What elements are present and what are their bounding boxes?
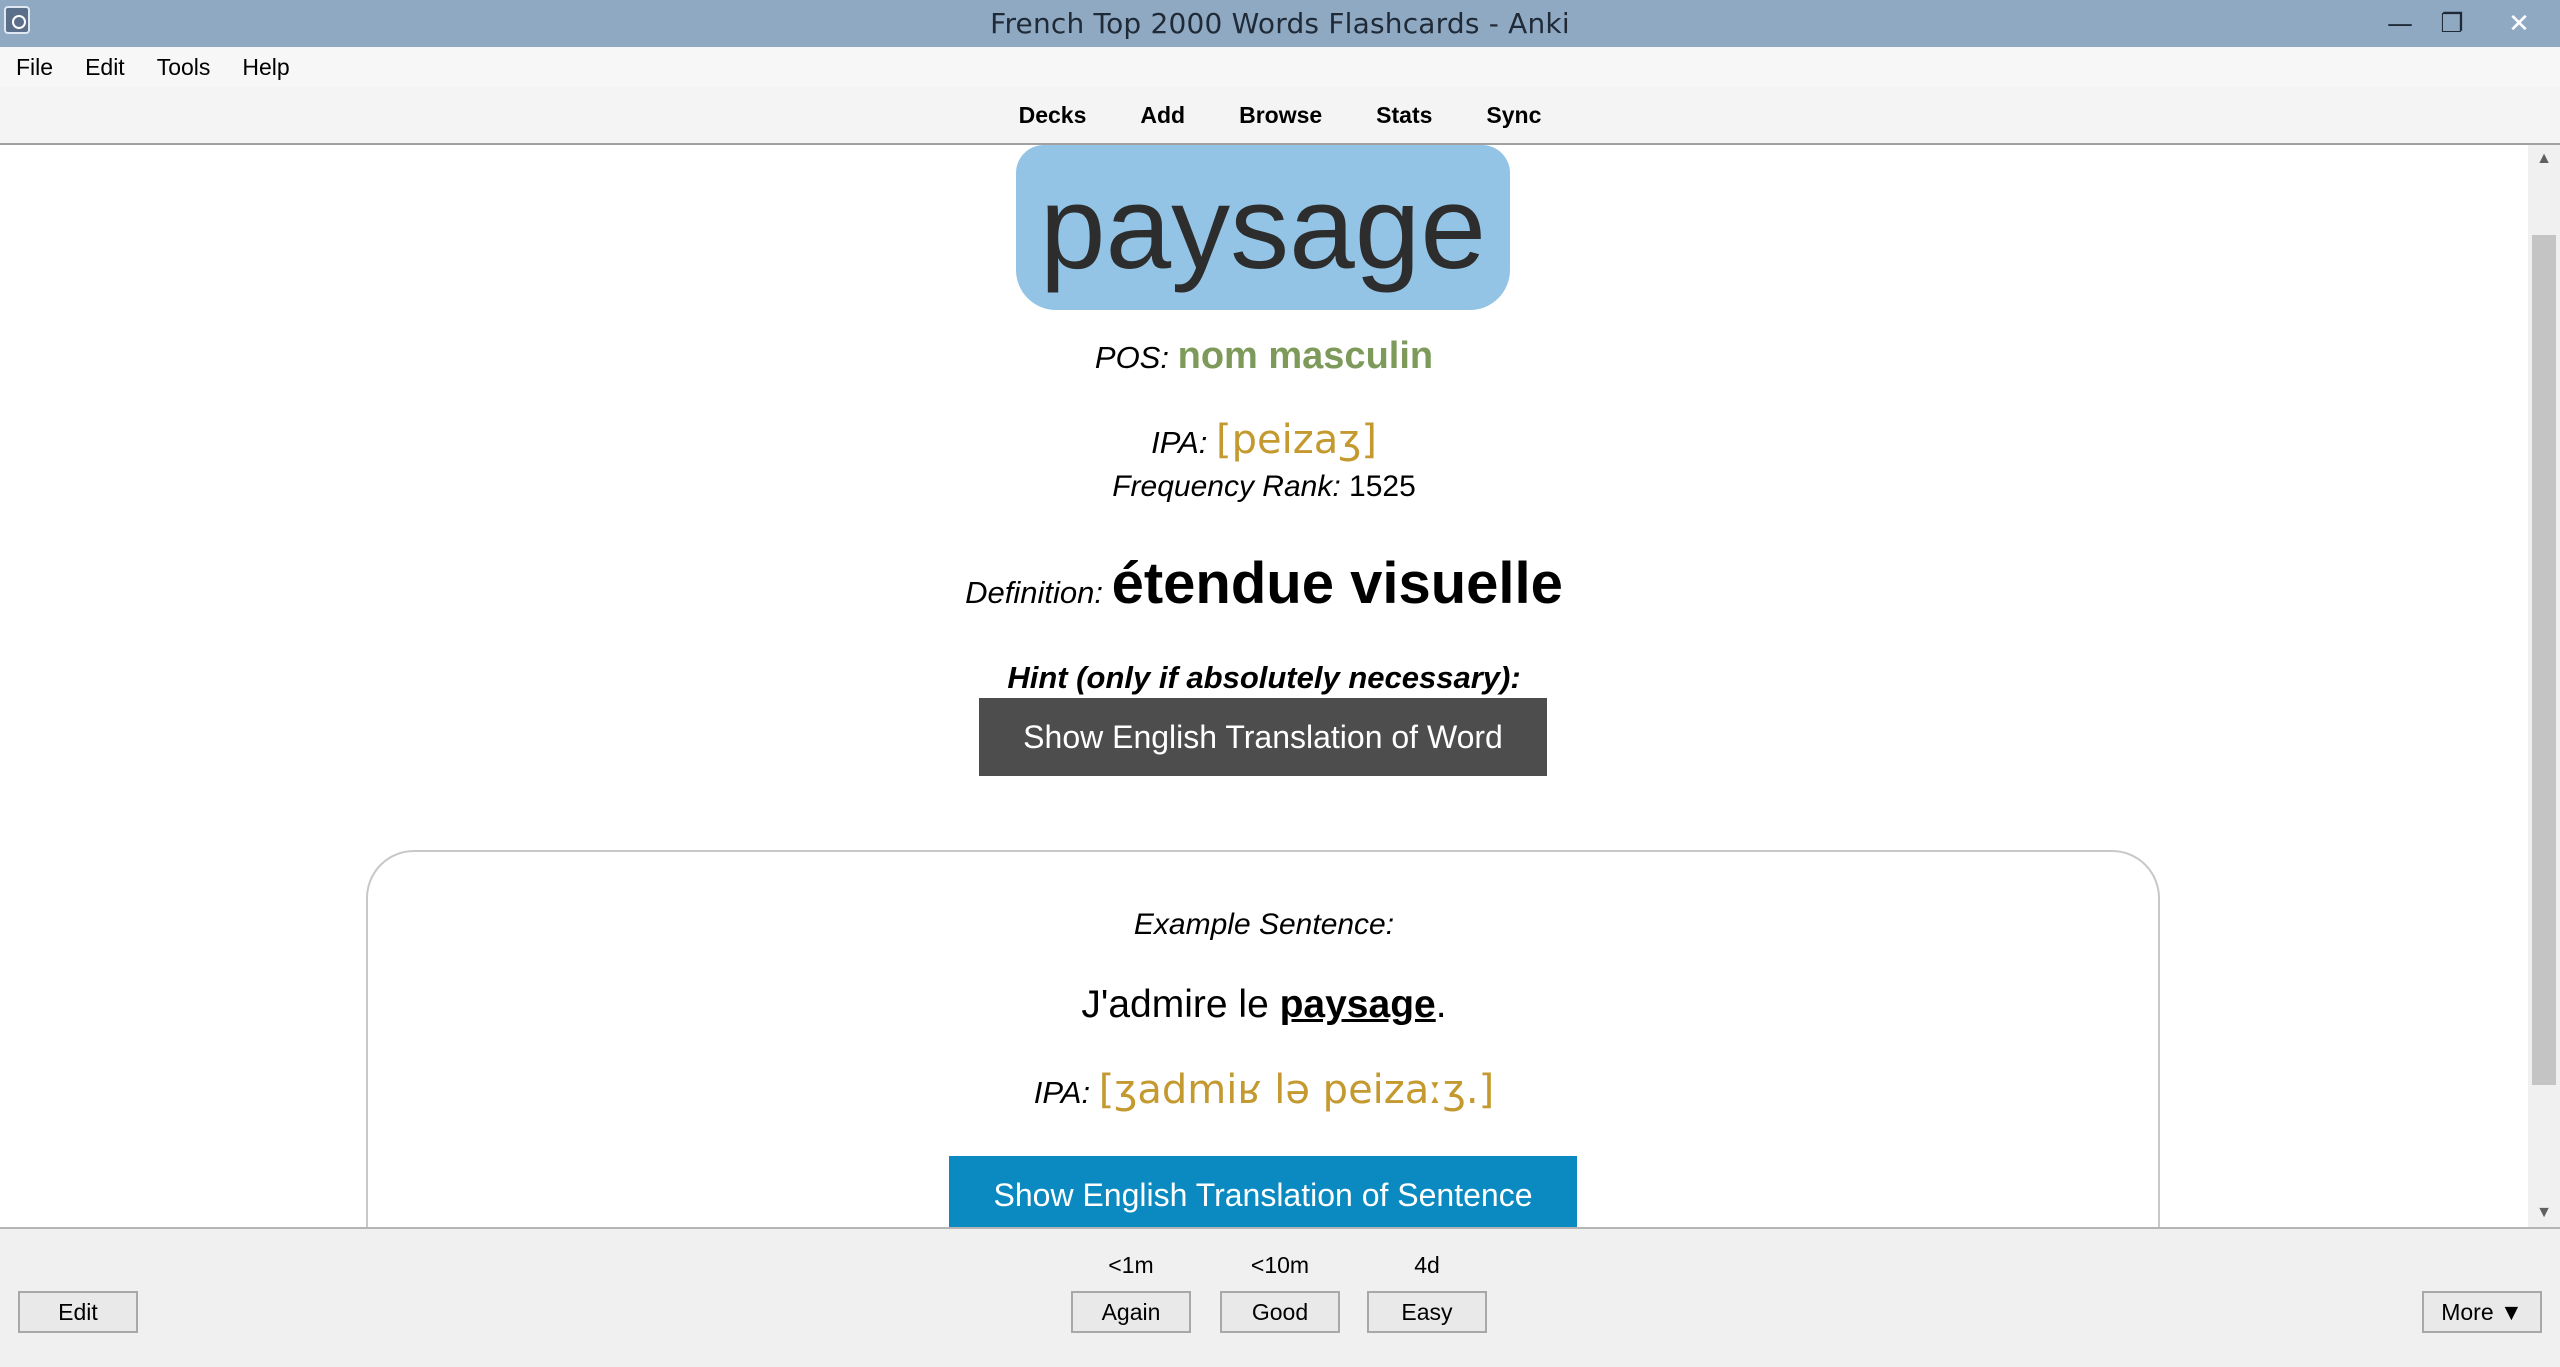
menu-tools[interactable]: Tools (141, 54, 227, 81)
definition-line: Definition: étendue visuelle (0, 550, 2528, 617)
easy-interval: 4d (1414, 1252, 1440, 1278)
frequency-label: Frequency Rank: (1112, 470, 1341, 503)
good-button[interactable]: Good (1220, 1291, 1340, 1333)
pos-line: POS: nom masculin (0, 335, 2528, 378)
pos-value: nom masculin (1177, 335, 1434, 377)
example-sentence: J'admire le paysage. (0, 983, 2528, 1027)
show-sentence-translation-button[interactable]: Show English Translation of Sentence (949, 1156, 1577, 1227)
scroll-thumb[interactable] (2532, 235, 2556, 1085)
ipa-value: [peizaʒ] (1215, 417, 1377, 463)
answer-bar: Edit <1m <10m 4d Again Good Easy More ▼ (0, 1227, 2560, 1367)
edit-button[interactable]: Edit (18, 1291, 138, 1333)
example-ipa-line: IPA: [ʒadmiʁ lə peizaːʒ.] (0, 1067, 2528, 1113)
example-ipa-value: [ʒadmiʁ lə peizaːʒ.] (1098, 1067, 1495, 1113)
anki-app-icon[interactable] (4, 6, 30, 34)
close-icon: ✕ (2508, 8, 2530, 39)
card-view: paysage POS: nom masculin IPA: [peizaʒ] … (0, 145, 2528, 1227)
scroll-up-icon[interactable]: ▲ (2528, 145, 2560, 173)
ipa-line: IPA: [peizaʒ] (0, 417, 2528, 463)
minimize-button[interactable]: — (2374, 0, 2426, 47)
restore-button[interactable]: ❐ (2426, 0, 2478, 47)
more-button[interactable]: More ▼ (2422, 1291, 2542, 1333)
frequency-value: 1525 (1349, 470, 1416, 503)
definition-value: étendue visuelle (1111, 551, 1563, 616)
sentence-after: . (1435, 983, 1447, 1026)
toolbar-add[interactable]: Add (1113, 102, 1212, 129)
definition-label: Definition: (965, 575, 1103, 610)
sentence-target-word: paysage (1279, 983, 1436, 1026)
menu-file[interactable]: File (0, 54, 69, 81)
toolbar-decks[interactable]: Decks (992, 102, 1114, 129)
toolbar-stats[interactable]: Stats (1349, 102, 1459, 129)
frequency-line: Frequency Rank: 1525 (0, 470, 2528, 504)
sentence-before: J'admire le (1081, 983, 1280, 1026)
again-interval: <1m (1108, 1252, 1154, 1278)
card-word: paysage (1016, 145, 1510, 310)
title-bar: French Top 2000 Words Flashcards - Anki … (0, 0, 2560, 47)
main-toolbar: Decks Add Browse Stats Sync (0, 87, 2560, 145)
close-button[interactable]: ✕ (2478, 0, 2560, 47)
good-interval: <10m (1250, 1252, 1310, 1278)
example-label: Example Sentence: (1133, 908, 1395, 941)
show-word-translation-button[interactable]: Show English Translation of Word (979, 698, 1547, 776)
ipa-label: IPA: (1151, 425, 1208, 460)
toolbar-browse[interactable]: Browse (1212, 102, 1349, 129)
window-title: French Top 2000 Words Flashcards - Anki (990, 7, 1570, 40)
scroll-down-icon[interactable]: ▼ (2528, 1199, 2560, 1227)
easy-button[interactable]: Easy (1367, 1291, 1487, 1333)
menu-help[interactable]: Help (226, 54, 305, 81)
menu-edit[interactable]: Edit (69, 54, 141, 81)
toolbar-sync[interactable]: Sync (1459, 102, 1568, 129)
again-button[interactable]: Again (1071, 1291, 1191, 1333)
hint-label: Hint (only if absolutely necessary): (1007, 660, 1521, 695)
window-controls: — ❐ ✕ (2374, 0, 2560, 47)
pos-label: POS: (1094, 340, 1169, 375)
vertical-scrollbar[interactable]: ▲ ▼ (2528, 145, 2560, 1227)
example-ipa-label: IPA: (1033, 1075, 1091, 1110)
menu-bar: File Edit Tools Help (0, 47, 2560, 87)
